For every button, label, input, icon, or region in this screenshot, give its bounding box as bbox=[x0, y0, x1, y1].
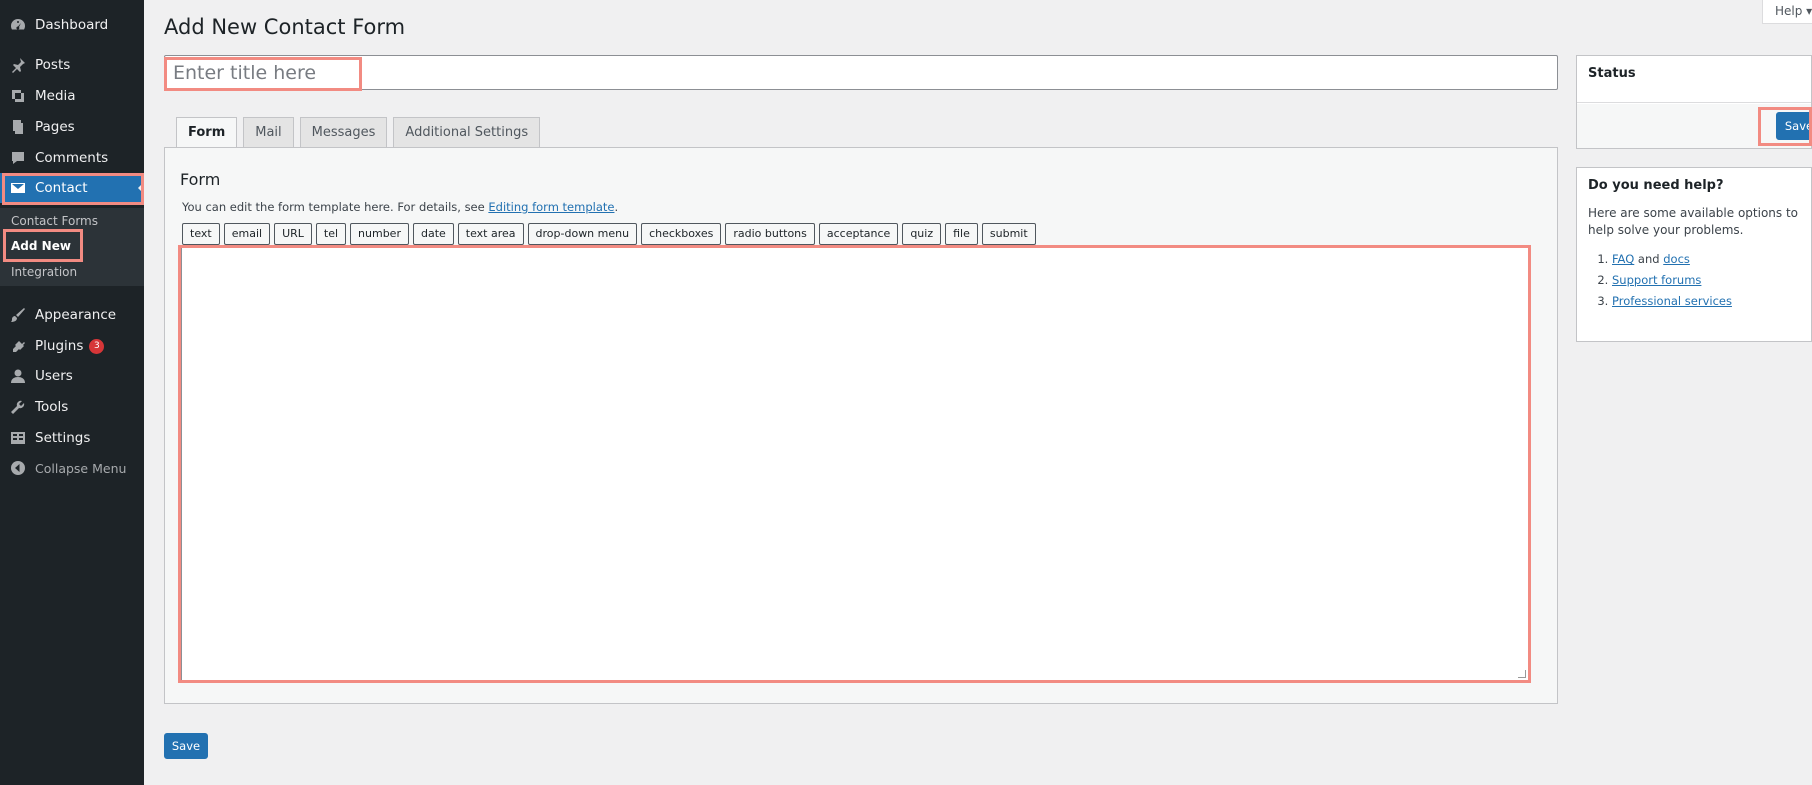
sidebar-item-comments[interactable]: Comments bbox=[0, 143, 144, 173]
sidebar-item-label: Posts bbox=[35, 57, 71, 73]
tag-generator-buttons: text email URL tel number date text area… bbox=[182, 223, 1036, 245]
help-option-item: Professional services bbox=[1612, 293, 1800, 310]
title-input[interactable] bbox=[164, 55, 1558, 90]
sidebar-item-label: Tools bbox=[35, 399, 69, 415]
editor-tabs: Form Mail Messages Additional Settings bbox=[176, 117, 546, 149]
tag-button-file[interactable]: file bbox=[945, 223, 978, 245]
help-box: Do you need help? Here are some availabl… bbox=[1576, 167, 1812, 342]
sidebar-item-dashboard[interactable]: Dashboard bbox=[0, 10, 144, 40]
sidebar-item-label: Media bbox=[35, 88, 76, 104]
sidebar-item-label: Users bbox=[35, 368, 73, 384]
pin-icon bbox=[9, 56, 27, 74]
submenu-contact-forms[interactable]: Contact Forms bbox=[11, 214, 98, 228]
professional-services-link[interactable]: Professional services bbox=[1612, 294, 1732, 308]
sidebar-item-media[interactable]: Media bbox=[0, 81, 144, 111]
tag-button-quiz[interactable]: quiz bbox=[902, 223, 942, 245]
sidebar-item-label: Comments bbox=[35, 150, 109, 166]
form-panel: Form You can edit the form template here… bbox=[164, 147, 1558, 704]
form-template-textarea[interactable] bbox=[181, 247, 1529, 681]
submenu-integration[interactable]: Integration bbox=[11, 265, 77, 279]
pages-icon bbox=[9, 118, 27, 136]
comment-icon bbox=[9, 149, 27, 167]
tag-button-email[interactable]: email bbox=[223, 223, 271, 245]
sidebar-item-label: Contact bbox=[35, 180, 88, 196]
status-heading: Status bbox=[1577, 56, 1811, 103]
plugins-update-badge: 3 bbox=[89, 338, 105, 354]
tag-button-acceptance[interactable]: acceptance bbox=[818, 223, 899, 245]
and-text: and bbox=[1634, 252, 1664, 266]
sidebar-item-pages[interactable]: Pages bbox=[0, 112, 144, 142]
tab-form[interactable]: Form bbox=[176, 117, 238, 149]
settings-icon bbox=[9, 429, 27, 447]
help-options-list: FAQ and docs Support forums Professional… bbox=[1588, 251, 1800, 310]
admin-sidebar: Dashboard Posts Media Pages Comments Con… bbox=[0, 0, 144, 785]
tag-button-text[interactable]: text bbox=[182, 223, 220, 245]
form-description-period: . bbox=[614, 200, 619, 214]
support-forums-link[interactable]: Support forums bbox=[1612, 273, 1701, 287]
help-option-item: FAQ and docs bbox=[1612, 251, 1800, 268]
sidebar-item-tools[interactable]: Tools bbox=[0, 392, 144, 422]
tag-button-radio-buttons[interactable]: radio buttons bbox=[725, 223, 815, 245]
tag-button-dropdown-menu[interactable]: drop-down menu bbox=[527, 223, 638, 245]
page-title: Add New Contact Form bbox=[164, 15, 406, 39]
resize-handle[interactable] bbox=[1518, 670, 1526, 678]
dashboard-icon bbox=[9, 16, 27, 34]
sidebar-item-label: Settings bbox=[35, 430, 91, 446]
tag-button-number[interactable]: number bbox=[350, 223, 409, 245]
collapse-menu-label: Collapse Menu bbox=[35, 460, 127, 476]
tab-additional-settings[interactable]: Additional Settings bbox=[393, 117, 541, 148]
tag-button-checkboxes[interactable]: checkboxes bbox=[641, 223, 722, 245]
sidebar-item-appearance[interactable]: Appearance bbox=[0, 300, 144, 330]
tag-button-tel[interactable]: tel bbox=[315, 223, 347, 245]
form-description-text: You can edit the form template here. For… bbox=[182, 200, 489, 214]
submenu-add-new[interactable]: Add New bbox=[11, 239, 71, 253]
faq-link[interactable]: FAQ bbox=[1612, 252, 1634, 266]
sidebar-item-posts[interactable]: Posts bbox=[0, 50, 144, 80]
collapse-menu-button[interactable]: Collapse Menu bbox=[0, 453, 144, 483]
wrench-icon bbox=[9, 398, 27, 416]
help-box-intro: Here are some available options to help … bbox=[1588, 206, 1799, 237]
sidebar-item-label: Appearance bbox=[35, 307, 117, 323]
media-icon bbox=[9, 87, 27, 105]
form-description: You can edit the form template here. For… bbox=[182, 200, 618, 214]
tag-button-submit[interactable]: submit bbox=[981, 223, 1036, 245]
plug-icon bbox=[9, 337, 27, 355]
tag-button-date[interactable]: date bbox=[412, 223, 454, 245]
sidebar-item-contact[interactable]: Contact bbox=[0, 173, 144, 203]
tag-button-url[interactable]: URL bbox=[274, 223, 312, 245]
sidebar-item-label: Dashboard bbox=[35, 17, 109, 33]
user-icon bbox=[9, 367, 27, 385]
help-tab-button[interactable]: Help ▾ bbox=[1762, 0, 1812, 24]
sidebar-item-users[interactable]: Users bbox=[0, 361, 144, 391]
form-heading: Form bbox=[180, 170, 221, 189]
collapse-arrow-icon bbox=[9, 459, 27, 477]
mail-icon bbox=[9, 179, 27, 197]
sidebar-item-label: Plugins bbox=[35, 338, 84, 354]
sidebar-item-plugins[interactable]: Plugins 3 bbox=[0, 331, 144, 361]
docs-link[interactable]: docs bbox=[1663, 252, 1690, 266]
editing-form-template-link[interactable]: Editing form template bbox=[488, 200, 614, 214]
sidebar-item-label: Pages bbox=[35, 119, 75, 135]
bottom-save-button[interactable]: Save bbox=[164, 733, 208, 759]
status-save-button[interactable]: Save bbox=[1776, 112, 1812, 140]
tab-messages[interactable]: Messages bbox=[299, 117, 388, 148]
brush-icon bbox=[9, 306, 27, 324]
help-box-heading: Do you need help? bbox=[1588, 178, 1724, 193]
contact-submenu: Contact Forms Add New Integration bbox=[0, 208, 144, 286]
sidebar-item-settings[interactable]: Settings bbox=[0, 423, 144, 453]
help-option-item: Support forums bbox=[1612, 272, 1800, 289]
tag-button-textarea[interactable]: text area bbox=[457, 223, 524, 245]
tab-mail[interactable]: Mail bbox=[243, 117, 294, 148]
